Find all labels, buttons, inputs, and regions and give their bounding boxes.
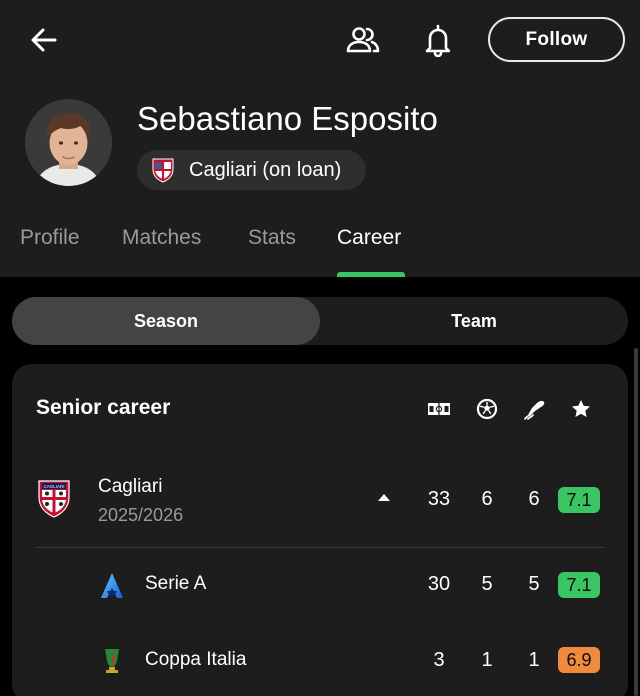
cagliari-crest-icon [152,158,174,183]
competition-appearances: 30 [427,573,451,595]
team-chip-label: Cagliari (on loan) [189,158,342,181]
competition-name: Serie A [145,573,207,594]
competition-name: Coppa Italia [145,649,247,670]
club-season: 2025/2026 [98,505,184,525]
player-avatar [25,99,112,186]
tab-bar: Profile Matches Stats Career [0,222,640,277]
club-assists: 6 [528,488,540,510]
competition-rating-badge: 7.1 [558,572,600,598]
team-toggle-button[interactable]: Team [320,297,628,345]
scrollbar[interactable] [634,348,638,696]
arrow-left-icon [31,28,57,52]
appearances-icon [426,396,452,422]
competition-rating-badge: 6.9 [558,647,600,673]
competition-appearances: 3 [433,649,445,671]
tab-matches[interactable]: Matches [122,226,201,250]
assists-icon [521,396,547,422]
club-name: Cagliari [98,476,163,497]
follow-button[interactable]: Follow [488,17,625,62]
senior-career-card: Senior career CAGLIARI Cagliari 2025/202… [12,364,628,696]
competition-goals: 5 [481,573,493,595]
competition-assists: 5 [528,573,540,595]
team-chip[interactable]: Cagliari (on loan) [137,150,366,190]
competition-assists: 1 [528,649,540,671]
tab-indicator [337,272,405,277]
people-icon [346,27,380,53]
season-toggle-button[interactable]: Season [12,297,320,345]
serie-a-logo-icon [94,566,130,606]
club-rating-badge: 7.1 [558,487,600,513]
tab-profile[interactable]: Profile [20,226,80,250]
player-header: Follow Sebastiano Esposito Cagliari (on … [0,0,640,277]
rating-icon [568,396,594,422]
tab-stats[interactable]: Stats [248,226,296,250]
club-goals: 6 [481,488,493,510]
season-team-toggle: Season Team [12,297,628,345]
notifications-button[interactable] [420,20,456,60]
back-button[interactable] [26,22,62,58]
senior-career-title: Senior career [36,396,171,419]
collapse-caret-icon[interactable] [378,494,390,501]
tab-career[interactable]: Career [337,226,401,250]
row-divider [36,547,604,548]
coppa-italia-logo-icon [94,641,130,681]
people-button[interactable] [343,22,383,58]
cagliari-crest-icon: CAGLIARI [36,479,72,519]
svg-text:CAGLIARI: CAGLIARI [43,484,64,489]
competition-goals: 1 [481,649,493,671]
player-name: Sebastiano Esposito [137,100,438,137]
club-appearances: 33 [427,488,451,510]
bell-icon [425,24,451,57]
goals-icon [474,396,500,422]
